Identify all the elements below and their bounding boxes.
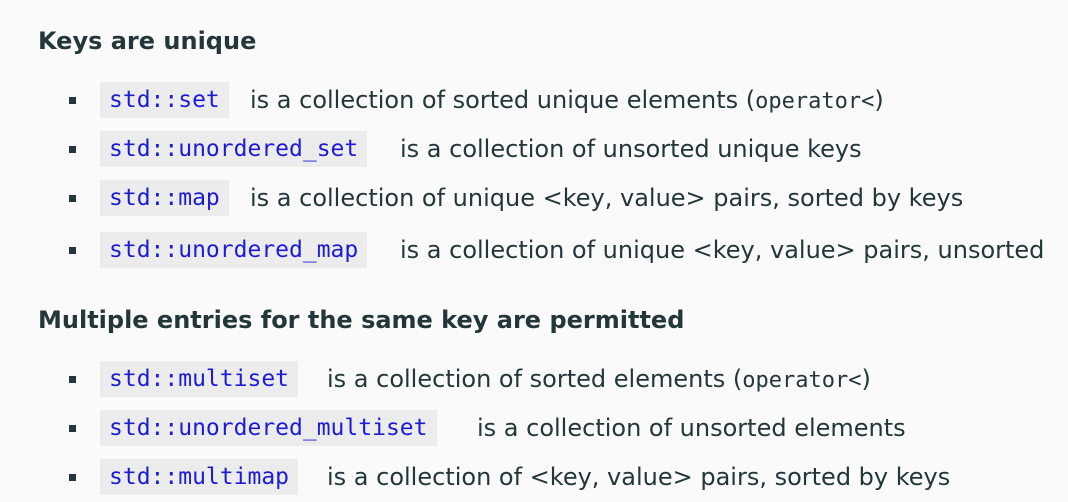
operator-code: operator<: [755, 89, 875, 114]
code-term-unordered-map: std::unordered_map: [100, 232, 368, 268]
operator-code: operator<: [742, 368, 862, 393]
item-description: is a collection of sorted elements (oper…: [327, 365, 871, 393]
section-title-multiple-entries: Multiple entries for the same key are pe…: [38, 306, 685, 334]
bullet-icon: [69, 195, 76, 202]
code-term-unordered-multiset: std::unordered_multiset: [100, 410, 437, 446]
bullet-icon: [69, 247, 76, 254]
code-term-set: std::set: [100, 82, 229, 118]
item-description: is a collection of unsorted unique keys: [400, 135, 862, 163]
bullet-icon: [69, 425, 76, 432]
item-description: is a collection of sorted unique element…: [250, 86, 884, 114]
bullet-icon: [69, 376, 76, 383]
item-description: is a collection of <key, value> pairs, s…: [327, 463, 951, 491]
code-term-multiset: std::multiset: [100, 361, 299, 397]
section-title-unique-keys: Keys are unique: [38, 27, 257, 55]
code-term-multimap: std::multimap: [100, 459, 299, 495]
item-description: is a collection of unique <key, value> p…: [250, 184, 964, 212]
bullet-icon: [69, 97, 76, 104]
bullet-icon: [69, 474, 76, 481]
bullet-icon: [69, 146, 76, 153]
code-term-map: std::map: [100, 180, 229, 216]
item-description: is a collection of unsorted elements: [477, 414, 906, 442]
code-term-unordered-set: std::unordered_set: [100, 131, 368, 167]
item-description: is a collection of unique <key, value> p…: [400, 236, 1045, 264]
